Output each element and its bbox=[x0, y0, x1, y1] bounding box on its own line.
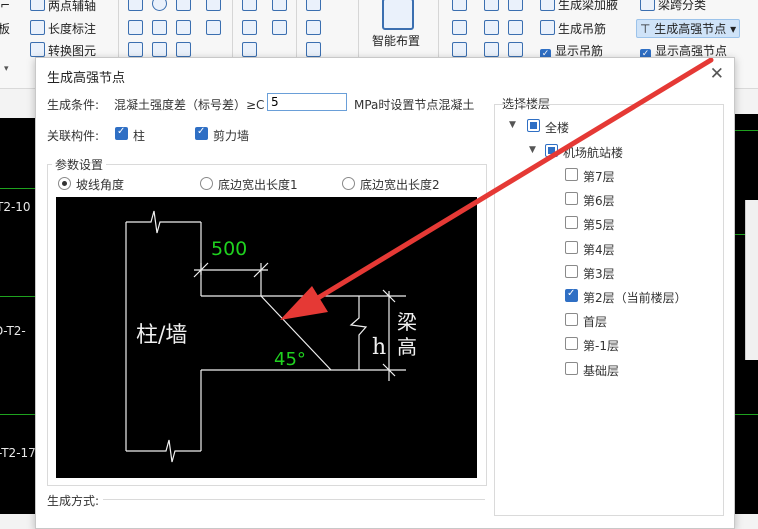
beam-span-icon bbox=[640, 0, 655, 11]
tool-h-icon[interactable] bbox=[484, 42, 499, 57]
offset-icon[interactable] bbox=[176, 20, 191, 35]
pick-point-icon[interactable] bbox=[306, 20, 321, 35]
ribbon-board-item[interactable]: 板 bbox=[0, 20, 10, 37]
floor-checkbox[interactable] bbox=[565, 337, 578, 351]
length-label-icon bbox=[30, 20, 45, 35]
cad-label: T2-10 bbox=[0, 200, 31, 214]
scale-icon[interactable] bbox=[152, 42, 167, 57]
two-point-axis-button[interactable]: 两点辅轴 bbox=[48, 0, 96, 14]
arrow-head bbox=[280, 286, 328, 320]
align-icon[interactable] bbox=[176, 0, 191, 11]
tool-f-icon[interactable] bbox=[508, 20, 523, 35]
params-title: 参数设置 bbox=[52, 156, 107, 173]
gen-high-strength-ribbon-button[interactable]: ⊤ 生成高强节点 ▾ bbox=[636, 19, 741, 38]
rotate-icon[interactable] bbox=[176, 42, 191, 57]
beam-height-label-2: 高 bbox=[397, 335, 417, 359]
rect-icon[interactable] bbox=[128, 0, 143, 11]
related-label: 关联构件: bbox=[47, 129, 100, 143]
column-label: 柱 bbox=[133, 129, 146, 143]
two-point-axis-icon bbox=[30, 0, 45, 11]
dialog-title: 生成高强节点 bbox=[47, 71, 126, 86]
move-icon[interactable] bbox=[128, 42, 143, 57]
polyline-icon[interactable] bbox=[272, 0, 287, 11]
show-hanger-label: 显示吊筋 bbox=[555, 44, 604, 58]
cad-green-line bbox=[733, 414, 758, 415]
ribbon-dropdown-arrow[interactable]: ▾ bbox=[4, 64, 9, 74]
column-wall-label: 柱/墙 bbox=[136, 323, 187, 348]
slope-angle-radio[interactable] bbox=[58, 177, 71, 190]
edge-width1-radio[interactable] bbox=[200, 177, 213, 190]
column-checkbox[interactable] bbox=[115, 126, 128, 140]
ribbon-partial-item[interactable]: ⌐ bbox=[0, 0, 10, 12]
gen-haunch-button[interactable]: 生成梁加腋 bbox=[558, 0, 618, 13]
gen-high-strength-label: 生成高强节点 bbox=[654, 22, 727, 36]
gen-hanger-icon bbox=[540, 20, 555, 35]
pick-line-icon[interactable] bbox=[306, 42, 321, 57]
pick-icon[interactable] bbox=[306, 0, 321, 11]
floor-checkbox[interactable] bbox=[565, 361, 578, 375]
floor-label: 基础层 bbox=[583, 363, 620, 378]
cad-green-line bbox=[0, 188, 35, 189]
smart-layout-icon[interactable] bbox=[382, 0, 414, 30]
circle-icon[interactable] bbox=[152, 0, 167, 11]
cad-green-line bbox=[0, 296, 35, 297]
red-arrow-annotation bbox=[280, 58, 714, 320]
curve-icon[interactable] bbox=[242, 42, 257, 57]
line-icon[interactable] bbox=[242, 0, 257, 11]
box-icon[interactable] bbox=[272, 20, 287, 35]
angle-label: 45° bbox=[274, 349, 306, 370]
tool-e-icon[interactable] bbox=[484, 20, 499, 35]
tool-g-icon[interactable] bbox=[452, 42, 467, 57]
length-label-button[interactable]: 长度标注 bbox=[48, 20, 96, 37]
gen-haunch-icon bbox=[540, 0, 555, 11]
h-label: h bbox=[372, 335, 386, 360]
smart-layout-button[interactable]: 智能布置 bbox=[372, 32, 420, 49]
arc-icon[interactable] bbox=[206, 0, 221, 11]
beam-span-button[interactable]: 梁跨分类 bbox=[658, 0, 706, 13]
shearwall-checkbox[interactable] bbox=[195, 126, 208, 140]
tool-b-icon[interactable] bbox=[484, 0, 499, 11]
cad-label: -T2-17 bbox=[0, 446, 36, 460]
slope-angle-label: 坡线角度 bbox=[76, 178, 125, 192]
gen-mode-label: 生成方式: bbox=[47, 492, 104, 509]
mirror-icon[interactable] bbox=[152, 20, 167, 35]
cad-green-line bbox=[0, 414, 35, 415]
cad-green-line bbox=[733, 130, 758, 131]
dim-500-label: 500 bbox=[211, 238, 247, 260]
cad-label: D-T2- bbox=[0, 324, 26, 338]
divider bbox=[47, 499, 485, 500]
cad-canvas-left[interactable]: T2-10 D-T2- -T2-17 bbox=[0, 118, 36, 514]
show-high-strength-label: 显示高强节点 bbox=[655, 44, 728, 58]
high-strength-node-dialog: 生成高强节点 ✕ 生成条件: 混凝土强度差（标号差）≥C MPa时设置节点混凝土… bbox=[35, 57, 735, 529]
side-panel bbox=[745, 200, 758, 360]
condition-label: 生成条件: bbox=[47, 98, 100, 112]
tool-a-icon[interactable] bbox=[452, 0, 467, 11]
gen-hanger-button[interactable]: 生成吊筋 bbox=[558, 20, 606, 37]
tool-d-icon[interactable] bbox=[452, 20, 467, 35]
shearwall-label: 剪力墙 bbox=[213, 129, 250, 143]
diag-line-icon[interactable] bbox=[242, 20, 257, 35]
tool-i-icon[interactable] bbox=[508, 42, 523, 57]
arrow-shaft bbox=[305, 58, 714, 307]
copy-icon[interactable] bbox=[128, 20, 143, 35]
floor-label: 第-1层 bbox=[583, 339, 619, 354]
high-strength-icon: ⊤ bbox=[640, 22, 655, 36]
convert-drawing-icon bbox=[30, 42, 45, 57]
tool-c-icon[interactable] bbox=[508, 0, 523, 11]
condition-text: 混凝土强度差（标号差）≥C bbox=[114, 98, 265, 112]
array-icon[interactable] bbox=[206, 20, 221, 35]
